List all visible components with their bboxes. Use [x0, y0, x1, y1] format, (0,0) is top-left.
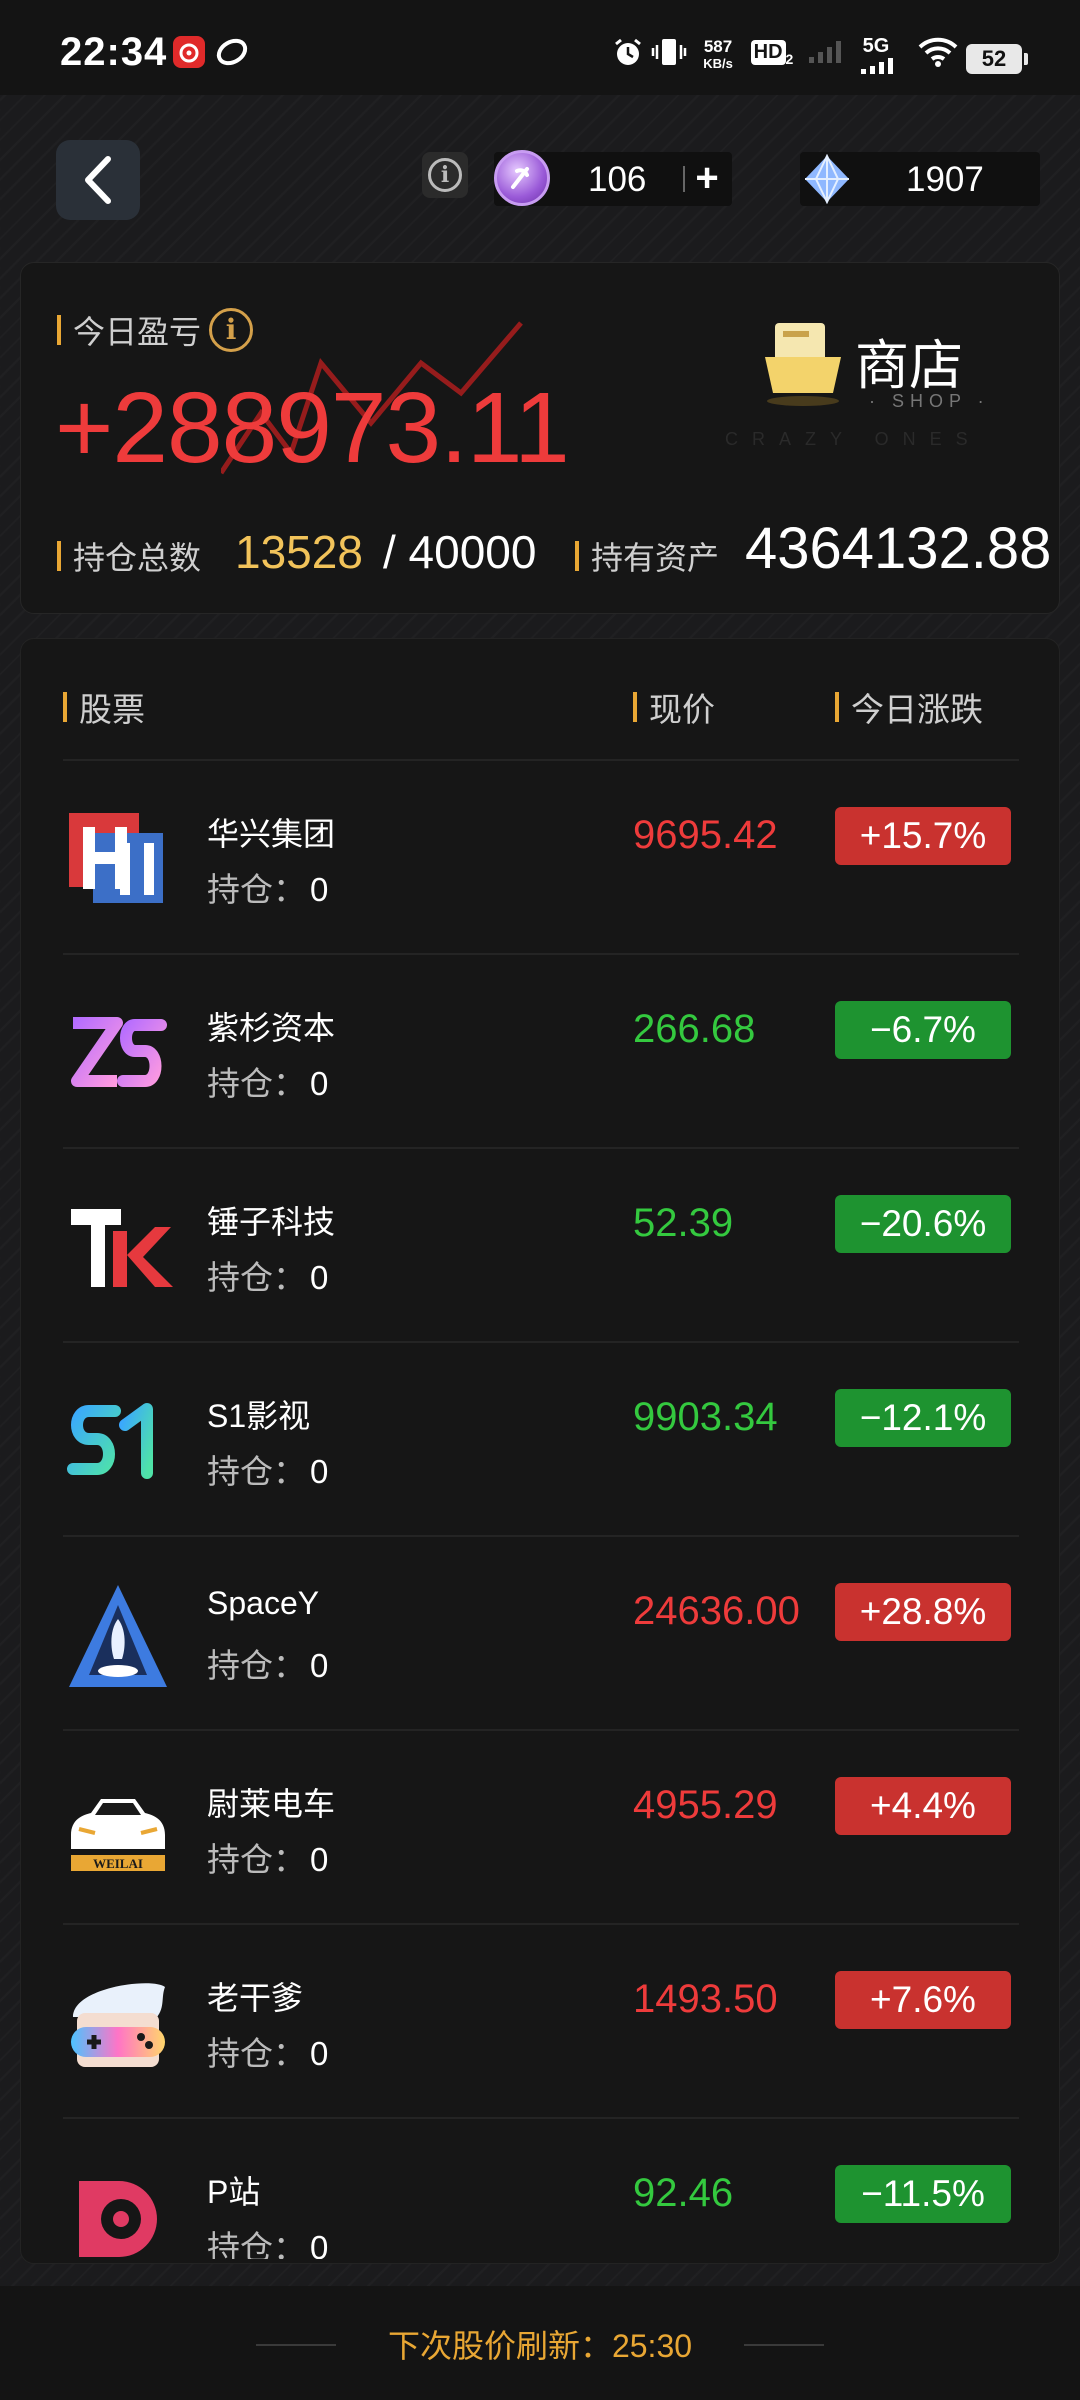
assets-value: 4364132.88 — [745, 516, 1052, 581]
stock-name: S1影视 — [207, 1398, 311, 1434]
refresh-countdown: 下次股价刷新：25:30 — [387, 2328, 693, 2364]
sim1-signal-icon — [806, 34, 846, 70]
stock-holding: 持仓： 0 — [207, 1065, 329, 1102]
info-button[interactable]: i — [422, 152, 468, 198]
net-speed: 587 KB/s — [703, 37, 733, 71]
today-pnl-label: 今日盈亏 i — [57, 307, 254, 353]
stock-name: SpaceY — [207, 1585, 320, 1621]
rocket-logo-icon — [63, 1579, 173, 1689]
label-accent-bar — [57, 315, 61, 345]
netease-music-icon — [172, 34, 206, 70]
crazy-ones-watermark: CRAZY ONES — [725, 429, 982, 449]
stock-holding: 持仓： 0 — [207, 2229, 329, 2259]
status-bar: 22:34 587 KB/s HD 2 5G 52 — [0, 0, 1080, 95]
gamer-logo-icon — [63, 1967, 173, 2077]
stock-change-badge: −11.5% — [835, 2165, 1011, 2223]
vibrate-icon — [650, 34, 688, 70]
stock-name: 华兴集团 — [207, 816, 336, 852]
holdings-label: 持仓总数 — [57, 533, 201, 579]
sim2-signal-icon — [858, 56, 908, 76]
battery-indicator: 52 — [966, 44, 1028, 74]
stock-row-chuizi[interactable]: 锤子科技 持仓： 0 52.39 −20.6% — [21, 1149, 1059, 1343]
stock-change-badge: −12.1% — [835, 1389, 1011, 1447]
stock-change-badge: −20.6% — [835, 1195, 1011, 1253]
status-time: 22:34 — [60, 30, 168, 74]
stock-price: 24636.00 — [633, 1589, 800, 1633]
hammer-tk-logo-icon — [63, 1191, 173, 1301]
stock-holding: 持仓： 0 — [207, 2035, 329, 2072]
gem-coin-icon — [494, 150, 550, 206]
portfolio-summary-card: CRAZY ONES 今日盈亏 i +288973.11 持仓总数 13528 … — [20, 262, 1060, 614]
col-header-price: 现价 — [633, 683, 715, 731]
holdings-count: 13528 — [235, 526, 363, 578]
stock-change-badge: +28.8% — [835, 1583, 1011, 1641]
stock-row-s1[interactable]: S1影视 持仓： 0 9903.34 −12.1% — [21, 1343, 1059, 1537]
stock-change-badge: −6.7% — [835, 1001, 1011, 1059]
stock-holding: 持仓： 0 — [207, 1841, 329, 1878]
stock-price: 92.46 — [633, 2171, 734, 2215]
footer-line-right — [744, 2344, 824, 2346]
crystal-icon — [802, 153, 852, 205]
stock-price: 9695.42 — [633, 813, 778, 857]
stock-price: 52.39 — [633, 1201, 734, 1245]
car-logo-icon: WEILAI — [63, 1773, 173, 1883]
app-notification-icon — [214, 34, 250, 70]
shop-label: 商店 — [855, 336, 963, 396]
shop-sublabel: · SHOP · — [869, 391, 990, 411]
holdings-max: / 40000 — [383, 526, 537, 578]
stock-row-pzhan[interactable]: P站 持仓： 0 92.46 −11.5% — [21, 2119, 1059, 2259]
crystal-currency: 1907 — [800, 152, 1040, 206]
stock-change-badge: +7.6% — [835, 1971, 1011, 2029]
col-header-change: 今日涨跌 — [835, 683, 983, 731]
wifi-icon — [916, 34, 960, 70]
chevron-left-icon — [85, 156, 111, 204]
stock-row-huaxing[interactable]: 华兴集团 持仓： 0 9695.42 +15.7% — [21, 761, 1059, 955]
signal-type: 5G — [862, 35, 890, 57]
alarm-icon — [610, 34, 646, 70]
shop-icon — [765, 323, 841, 406]
stock-price: 1493.50 — [633, 1977, 778, 2021]
p-logo-icon — [63, 2161, 173, 2259]
refresh-footer: 下次股价刷新：25:30 — [0, 2286, 1080, 2400]
col-header-stock: 股票 — [63, 683, 145, 731]
stock-row-laoganda[interactable]: 老干爹 持仓： 0 1493.50 +7.6% — [21, 1925, 1059, 2119]
stock-holding: 持仓： 0 — [207, 871, 329, 908]
stock-holding: 持仓： 0 — [207, 1259, 329, 1296]
shop-button[interactable]: 商店 · SHOP · — [761, 311, 1021, 421]
svg-text:WEILAI: WEILAI — [93, 1856, 143, 1871]
stock-name: 老干爹 — [207, 1980, 304, 2016]
stock-name: 锤子科技 — [207, 1204, 336, 1240]
stock-list-card: 股票 现价 今日涨跌 华兴集团 持仓： 0 9695.42 +15.7% 紫杉资本… — [20, 638, 1060, 2264]
stock-change-badge: +4.4% — [835, 1777, 1011, 1835]
stock-holding: 持仓： 0 — [207, 1453, 329, 1490]
zishan-logo-icon — [63, 997, 173, 1107]
stock-name: P站 — [207, 2174, 261, 2210]
stock-row-weilai[interactable]: WEILAI 尉莱电车 持仓： 0 4955.29 +4.4% — [21, 1731, 1059, 1925]
stock-holding: 持仓： 0 — [207, 1647, 329, 1684]
assets-label: 持有资产 — [575, 533, 719, 579]
today-pnl-value: +288973.11 — [55, 372, 570, 484]
stock-change-badge: +15.7% — [835, 807, 1011, 865]
back-button[interactable] — [56, 140, 140, 220]
stock-name: 紫杉资本 — [207, 1010, 336, 1046]
info-icon: i — [428, 158, 462, 192]
stock-price: 9903.34 — [633, 1395, 778, 1439]
stock-name: 尉莱电车 — [207, 1786, 336, 1822]
hd-icon: HD 2 — [748, 34, 796, 70]
pnl-info-icon[interactable]: i — [209, 308, 254, 352]
stock-row-spacey[interactable]: SpaceY 持仓： 0 24636.00 +28.8% — [21, 1537, 1059, 1731]
s1-logo-icon — [63, 1385, 173, 1495]
gem-value: 106 — [588, 160, 647, 199]
add-gem-button[interactable]: + — [684, 152, 730, 206]
stock-price: 266.68 — [633, 1007, 756, 1051]
huaxing-logo-icon — [63, 803, 173, 913]
stock-price: 4955.29 — [633, 1783, 778, 1827]
crystal-value: 1907 — [906, 160, 984, 199]
stock-row-zishan[interactable]: 紫杉资本 持仓： 0 266.68 −6.7% — [21, 955, 1059, 1149]
